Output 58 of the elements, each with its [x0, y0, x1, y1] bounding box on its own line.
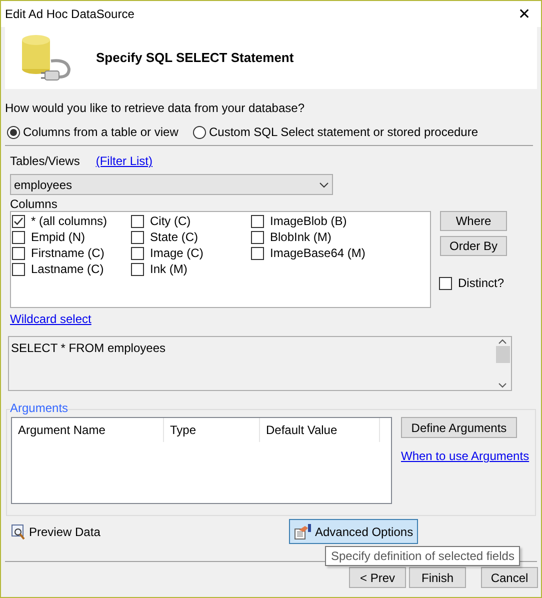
window-title: Edit Ad Hoc DataSource — [5, 6, 134, 23]
column-label: Empid (N) — [31, 229, 86, 246]
column-label: * (all columns) — [31, 213, 108, 230]
radio-label: Columns from a table or view — [23, 124, 178, 141]
query-button[interactable]: Where — [440, 211, 507, 231]
header-title: Specify SQL SELECT Statement — [96, 49, 294, 68]
scroll-down-icon[interactable] — [498, 383, 507, 388]
checkbox[interactable] — [131, 246, 144, 260]
define-arguments-button[interactable]: Define Arguments — [401, 417, 517, 438]
column-label: City (C) — [150, 213, 191, 230]
radio-button[interactable] — [7, 126, 20, 138]
arguments-legend: Arguments — [10, 401, 68, 415]
footer-button[interactable]: < Prev — [349, 567, 406, 588]
field-label: Tables/Views — [10, 153, 80, 170]
column-label: Firstname (C) — [31, 245, 104, 262]
tooltip: Specify definition of selected fields — [325, 546, 520, 566]
close-button[interactable]: ✕ — [518, 6, 531, 22]
checkbox[interactable] — [251, 214, 264, 228]
footer-button[interactable]: Finish — [409, 567, 466, 588]
question-text: How would you like to retrieve data from your database? — [5, 100, 306, 117]
footer-button[interactable]: Cancel — [481, 567, 538, 588]
checkbox[interactable] — [439, 276, 452, 290]
field-label: Columns — [10, 197, 58, 211]
checkbox[interactable] — [251, 230, 264, 244]
checkbox[interactable] — [131, 230, 144, 244]
radio-label: Custom SQL Select statement or stored procedure — [209, 124, 478, 141]
sql-text-area[interactable]: SELECT * FROM employees — [8, 336, 512, 391]
form-hand-icon — [294, 524, 312, 540]
column-label: ImageBase64 (M) — [270, 245, 366, 262]
column-label: State (C) — [150, 229, 198, 246]
checkbox[interactable] — [131, 214, 144, 228]
radio-button[interactable] — [193, 126, 206, 138]
checkbox[interactable] — [12, 246, 25, 260]
magnifier-icon — [11, 524, 26, 540]
help-link[interactable]: When to use Arguments — [401, 447, 530, 465]
column-header[interactable]: Default Value — [260, 418, 380, 442]
filter-list-link[interactable]: (Filter List) — [96, 152, 152, 170]
column-label: Lastname (C) — [31, 261, 104, 278]
wildcard-select-link[interactable]: Wildcard select — [10, 310, 92, 328]
checkbox-label: Distinct? — [458, 275, 504, 292]
column-label: ImageBlob (B) — [270, 213, 347, 230]
column-label: Image (C) — [150, 245, 204, 262]
checkbox[interactable] — [131, 262, 144, 276]
column-header[interactable]: Argument Name — [12, 418, 164, 442]
checkbox[interactable] — [251, 246, 264, 260]
checkbox[interactable] — [12, 262, 25, 276]
checkbox[interactable] — [12, 230, 25, 244]
checkbox[interactable] — [12, 214, 25, 228]
scroll-up-icon[interactable] — [498, 339, 507, 344]
query-button[interactable]: Order By — [440, 236, 507, 256]
column-label: BlobInk (M) — [270, 229, 332, 246]
advanced-options-button[interactable]: Advanced Options — [289, 519, 418, 544]
scrollbar[interactable] — [494, 337, 511, 390]
tables-dropdown[interactable]: employees — [10, 174, 333, 195]
preview-data-button[interactable]: Preview Data — [11, 523, 289, 541]
column-label: Ink (M) — [150, 261, 188, 278]
column-header[interactable]: Type — [164, 418, 260, 442]
chevron-down-icon — [319, 182, 329, 188]
